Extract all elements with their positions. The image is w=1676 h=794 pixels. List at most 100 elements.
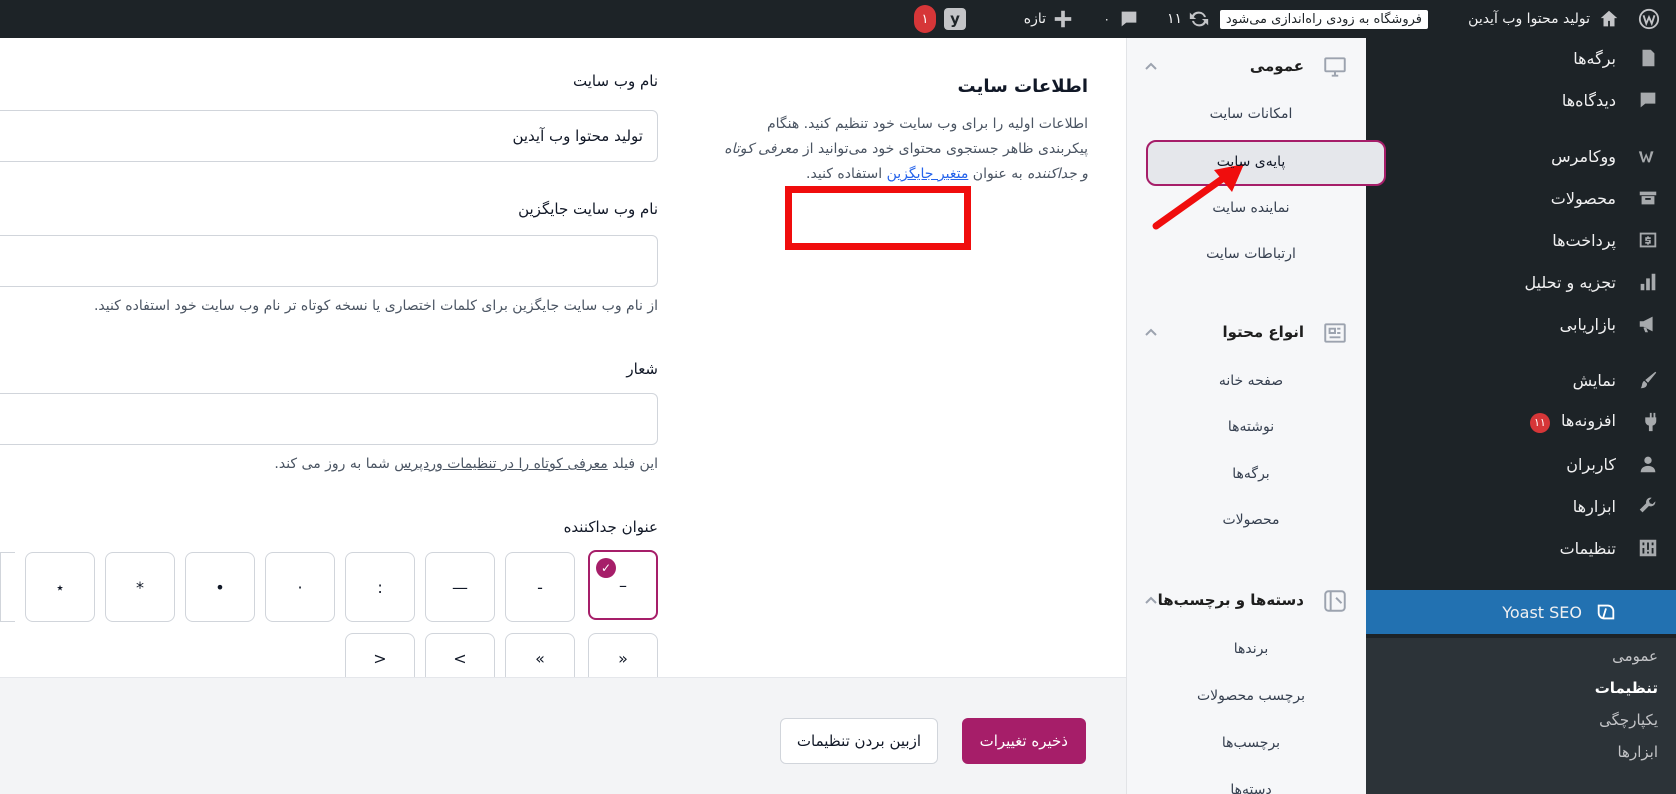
menu-yoast-seo[interactable]: Yoast SEO: [1356, 590, 1676, 634]
menu-products[interactable]: محصولات: [1366, 178, 1676, 218]
plugins-update-badge: ۱۱: [1529, 412, 1550, 433]
annotation-highlight-box: [785, 186, 971, 250]
chevron-up-icon[interactable]: [1144, 58, 1158, 72]
save-changes-button[interactable]: ذخیره تغییرات: [961, 718, 1086, 764]
nav-group-taxonomies[interactable]: دسته‌ها و برچسب‌ها: [1126, 582, 1366, 618]
nav-brands[interactable]: برندها: [1126, 631, 1366, 667]
menu-payments[interactable]: پرداخت‌ها: [1366, 220, 1676, 260]
menu-marketing[interactable]: بازاریابی: [1366, 304, 1676, 344]
nav-product-tags-label: برچسب محصولات: [1196, 688, 1306, 704]
nav-site-features[interactable]: امکانات سایت: [1126, 96, 1366, 132]
separator-symbol: –: [619, 575, 627, 595]
nav-group-content-types[interactable]: انواع محتوا: [1126, 314, 1366, 350]
separator-option-hyphen[interactable]: -: [505, 552, 575, 622]
separator-option-star[interactable]: ⋆: [25, 552, 95, 622]
separator-option-laquo[interactable]: «: [588, 633, 658, 683]
comments-icon: [1636, 88, 1660, 112]
wordpress-settings-link[interactable]: معرفی کوتاه را در تنظیمات وردپرس: [394, 456, 607, 472]
separator-option-gt[interactable]: >: [425, 633, 495, 683]
yoast-sub-integrations[interactable]: یکپارچگی: [1366, 702, 1676, 738]
nav-tags-label: برچسب‌ها: [1221, 735, 1281, 751]
section-desc-and: و: [1081, 166, 1088, 182]
wordpress-logo-icon[interactable]: [1638, 0, 1660, 38]
yoast-sub-general-label: عمومی: [1612, 647, 1658, 665]
menu-products-label: محصولات: [1550, 188, 1616, 208]
bar-chart-icon: [1636, 270, 1660, 294]
comments-link[interactable]: ۰: [1104, 0, 1140, 38]
nav-product-tags[interactable]: برچسب محصولات: [1126, 678, 1366, 714]
chevron-up-icon[interactable]: [1144, 592, 1158, 606]
menu-plugins[interactable]: افزونه‌ها ۱۱: [1366, 402, 1676, 442]
tagline-help: این فیلد معرفی کوتاه را در تنظیمات وردپر…: [274, 456, 658, 472]
nav-products[interactable]: محصولات: [1126, 502, 1366, 538]
separator-symbol: :: [377, 577, 383, 597]
megaphone-icon: [1636, 312, 1660, 336]
nav-site-connections[interactable]: ارتباطات سایت: [1126, 236, 1366, 272]
nav-pages[interactable]: برگه‌ها: [1126, 456, 1366, 492]
menu-analytics[interactable]: تجزیه و تحلیل: [1366, 262, 1676, 302]
yoast-logo-icon: y: [944, 8, 966, 30]
menu-plugins-label: افزونه‌ها ۱۱: [1529, 411, 1616, 433]
yoast-sub-settings[interactable]: تنظیمات: [1366, 670, 1676, 706]
alt-site-name-help: از نام وب سایت جایگزین برای کلمات اختصار…: [93, 298, 658, 314]
separator-symbol: <: [373, 649, 387, 668]
separator-option-colon[interactable]: :: [345, 552, 415, 622]
menu-comments[interactable]: دیدگاه‌ها: [1366, 80, 1676, 120]
menu-appearance[interactable]: نمایش: [1366, 360, 1676, 400]
alt-site-name-input[interactable]: [0, 235, 658, 287]
new-content-link[interactable]: تازه: [1024, 0, 1074, 38]
menu-woocommerce[interactable]: ووکامرس: [1366, 136, 1676, 176]
updates-link[interactable]: ۱۱: [1167, 0, 1210, 38]
yoast-submenu: عمومی تنظیمات یکپارچگی ابزارها: [1366, 638, 1676, 794]
nav-categories[interactable]: دسته‌ها: [1126, 772, 1366, 794]
chevron-up-icon[interactable]: [1144, 324, 1158, 338]
separator-symbol: »: [535, 649, 545, 668]
separator-option-raquo[interactable]: »: [505, 633, 575, 683]
nav-group-general-label: عمومی: [1249, 57, 1304, 75]
discard-changes-button[interactable]: ازبین بردن تنظیمات: [779, 718, 938, 764]
nav-posts[interactable]: نوشته‌ها: [1126, 409, 1366, 445]
menu-marketing-label: بازاریابی: [1559, 314, 1616, 334]
menu-appearance-label: نمایش: [1572, 370, 1616, 390]
separator-option-asterisk[interactable]: *: [105, 552, 175, 622]
menu-pages-label: برگه‌ها: [1573, 48, 1616, 68]
menu-woocommerce-label: ووکامرس: [1551, 146, 1616, 166]
menu-users[interactable]: کاربران: [1366, 444, 1676, 484]
site-name[interactable]: تولید محتوا وب آیدین: [1468, 11, 1590, 27]
nav-group-general[interactable]: عمومی: [1126, 48, 1366, 84]
menu-tools[interactable]: ابزارها: [1366, 486, 1676, 526]
updates-count: ۱۱: [1166, 11, 1182, 27]
yoast-adminbar-link[interactable]: y: [944, 0, 966, 38]
nav-site-basics-label: پایه‌ی سایت: [1216, 154, 1286, 170]
menu-settings[interactable]: تنظیمات: [1366, 528, 1676, 568]
tagline-input[interactable]: [0, 393, 658, 445]
separator-option-em-dash[interactable]: —: [425, 552, 495, 622]
separator-option-middot[interactable]: ·: [265, 552, 335, 622]
nav-site-connections-label: ارتباطات سایت: [1206, 246, 1296, 262]
separator-option-partial[interactable]: [0, 552, 15, 622]
site-name-link[interactable]: تولید محتوا وب آیدین: [1468, 0, 1590, 38]
replacement-variables-link[interactable]: متغیر جایگزین: [887, 166, 969, 182]
separator-symbol: *: [136, 577, 144, 597]
separator-symbol: -: [537, 577, 543, 597]
section-description: اطلاعات اولیه را برای وب سایت خود تنظیم …: [718, 112, 1088, 187]
menu-pages[interactable]: برگه‌ها: [1366, 38, 1676, 78]
yoast-sub-general[interactable]: عمومی: [1366, 638, 1676, 674]
separator-option-lt[interactable]: <: [345, 633, 415, 683]
yoast-sub-integrations-label: یکپارچگی: [1599, 711, 1658, 729]
tagline-label: شعار: [626, 360, 658, 378]
nav-tags[interactable]: برچسب‌ها: [1126, 725, 1366, 761]
home-icon[interactable]: [1598, 0, 1620, 38]
separator-option-en-dash[interactable]: ✓ –: [588, 550, 658, 620]
yoast-notifications[interactable]: ۱: [914, 0, 936, 38]
site-name-input[interactable]: تولید محتوا وب آیدین: [0, 110, 658, 162]
section-title: اطلاعات سایت: [957, 76, 1088, 97]
nav-homepage[interactable]: صفحه خانه: [1126, 363, 1366, 399]
nav-homepage-label: صفحه خانه: [1218, 373, 1284, 389]
separator-symbol: ⋆: [55, 577, 66, 597]
separator-option-bullet[interactable]: •: [185, 552, 255, 622]
nav-site-features-label: امکانات سایت: [1209, 106, 1293, 122]
yoast-sub-tools[interactable]: ابزارها: [1366, 734, 1676, 770]
menu-settings-label: تنظیمات: [1559, 538, 1616, 558]
wrench-icon: [1636, 494, 1660, 518]
